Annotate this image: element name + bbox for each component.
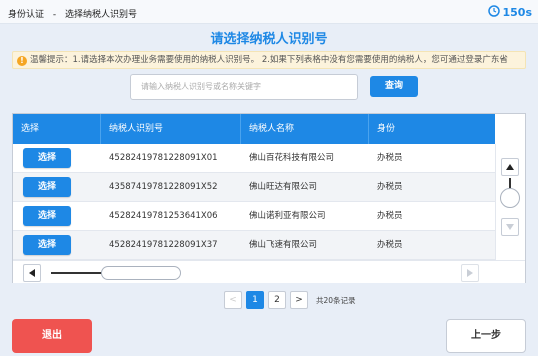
select-button[interactable]: 选择 bbox=[23, 177, 71, 197]
taxpayer-table: 选择 纳税人识别号 纳税人名称 身份 选择 45282419781228091X… bbox=[12, 113, 526, 283]
role-cell: 办税员 bbox=[377, 240, 403, 250]
vertical-scroll-thumb[interactable] bbox=[500, 188, 520, 208]
role-cell: 办税员 bbox=[377, 153, 403, 163]
taxpayer-name-cell: 佛山飞速有限公司 bbox=[249, 240, 318, 250]
column-header-taxpayer-name: 纳税人名称 bbox=[241, 114, 369, 144]
scroll-up-button[interactable] bbox=[501, 158, 519, 176]
breadcrumb-root: 身份认证 bbox=[8, 10, 45, 20]
triangle-left-icon bbox=[29, 269, 35, 277]
column-header-role: 身份 bbox=[377, 124, 396, 134]
warning-icon: ! bbox=[17, 56, 27, 66]
vertical-scroll-track bbox=[509, 178, 511, 188]
table-header: 选择 纳税人识别号 纳税人名称 身份 bbox=[13, 114, 495, 144]
prev-page-button[interactable]: < bbox=[224, 291, 242, 309]
vertical-scrollbar[interactable] bbox=[495, 144, 525, 260]
clock-icon bbox=[488, 5, 501, 20]
triangle-down-icon bbox=[506, 224, 514, 230]
breadcrumb-current: 选择纳税人识别号 bbox=[65, 10, 138, 20]
search-input[interactable]: 请输入纳税人识别号或名称关键字 bbox=[130, 74, 358, 100]
triangle-right-icon bbox=[467, 269, 473, 277]
taxpayer-id-cell: 45282419781228091X37 bbox=[109, 240, 218, 250]
table-row: 选择 45282419781228091X01 佛山百花科技有限公司 办税员 bbox=[13, 144, 495, 173]
exit-button[interactable]: 退出 bbox=[12, 319, 92, 353]
scroll-left-button[interactable] bbox=[23, 264, 41, 282]
horizontal-scrollbar[interactable] bbox=[13, 260, 525, 283]
notice-banner: ! 温馨提示：1.请选择本次办理业务需要使用的纳税人识别号。 2.如果下列表格中没… bbox=[12, 51, 526, 69]
top-bar: 身份认证 - 选择纳税人识别号 150s bbox=[0, 0, 538, 24]
breadcrumb-separator: - bbox=[52, 10, 57, 20]
column-header-select: 选择 bbox=[13, 114, 101, 144]
select-button[interactable]: 选择 bbox=[23, 235, 71, 255]
scroll-down-button[interactable] bbox=[501, 218, 519, 236]
triangle-up-icon bbox=[506, 164, 514, 170]
countdown-timer: 150s bbox=[488, 5, 532, 20]
total-records: 共20条记录 bbox=[316, 295, 356, 305]
column-header-taxpayer-id: 纳税人识别号 bbox=[101, 114, 241, 144]
table-row: 选择 45282419781228091X37 佛山飞速有限公司 办税员 bbox=[13, 231, 495, 260]
page-1-button[interactable]: 1 bbox=[246, 291, 264, 309]
table-body: 选择 45282419781228091X01 佛山百花科技有限公司 办税员 选… bbox=[13, 144, 495, 260]
taxpayer-name-cell: 佛山旺达有限公司 bbox=[249, 182, 318, 192]
taxpayer-id-cell: 43587419781228091X52 bbox=[109, 182, 218, 192]
role-cell: 办税员 bbox=[377, 182, 403, 192]
previous-step-button[interactable]: 上一步 bbox=[446, 319, 526, 353]
scroll-right-button[interactable] bbox=[461, 264, 479, 282]
next-page-button[interactable]: > bbox=[290, 291, 308, 309]
select-button[interactable]: 选择 bbox=[23, 148, 71, 168]
pagination: < 1 2 > 共20条记录 bbox=[224, 291, 356, 309]
table-row: 选择 45282419781253641X06 佛山诺利亚有限公司 办税员 bbox=[13, 202, 495, 231]
taxpayer-name-cell: 佛山诺利亚有限公司 bbox=[249, 211, 326, 221]
role-cell: 办税员 bbox=[377, 211, 403, 221]
bottom-bar: 退出 上一步 bbox=[0, 316, 538, 356]
table-row: 选择 43587419781228091X52 佛山旺达有限公司 办税员 bbox=[13, 173, 495, 202]
notice-text: 温馨提示：1.请选择本次办理业务需要使用的纳税人识别号。 2.如果下列表格中没有… bbox=[30, 55, 508, 65]
page-2-button[interactable]: 2 bbox=[268, 291, 286, 309]
taxpayer-name-cell: 佛山百花科技有限公司 bbox=[249, 153, 335, 163]
breadcrumb: 身份认证 - 选择纳税人识别号 bbox=[8, 7, 137, 20]
horizontal-scroll-thumb[interactable] bbox=[101, 266, 181, 280]
timer-value: 150s bbox=[502, 6, 532, 19]
taxpayer-id-cell: 45282419781228091X01 bbox=[109, 153, 218, 163]
search-button[interactable]: 查询 bbox=[370, 76, 418, 97]
page-title: 请选择纳税人识别号 bbox=[210, 32, 328, 47]
taxpayer-id-cell: 45282419781253641X06 bbox=[109, 211, 218, 221]
select-button[interactable]: 选择 bbox=[23, 206, 71, 226]
